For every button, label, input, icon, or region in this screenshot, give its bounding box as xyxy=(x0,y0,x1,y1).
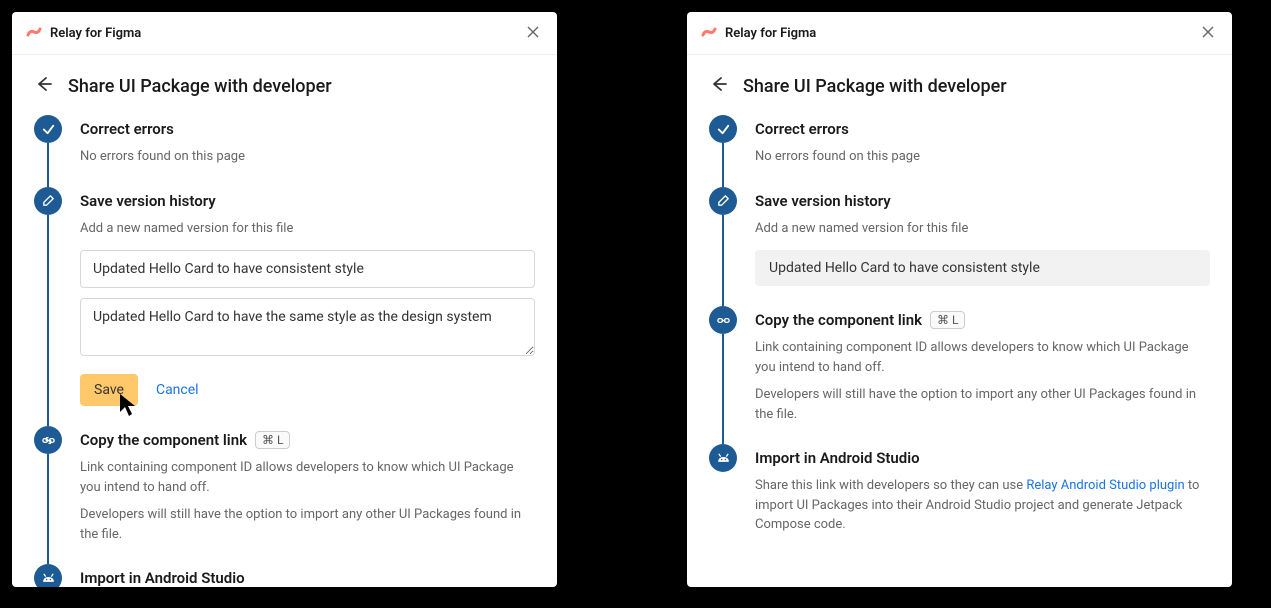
brand: Relay for Figma xyxy=(701,25,816,41)
check-icon xyxy=(709,115,737,143)
keyboard-shortcut: ⌘ L xyxy=(255,431,290,449)
relay-plugin-link[interactable]: Relay Android Studio plugin xyxy=(1026,478,1184,493)
step-title: Import in Android Studio xyxy=(755,449,920,467)
step-correct-errors: Correct errors No errors found on this p… xyxy=(34,115,535,187)
brand-label: Relay for Figma xyxy=(50,26,141,41)
brand-label: Relay for Figma xyxy=(725,26,816,41)
share-panel-editing: Relay for Figma Share UI Package with de… xyxy=(12,12,557,587)
step-title: Save version history xyxy=(755,192,891,210)
relay-logo-icon xyxy=(701,25,717,41)
link-icon xyxy=(709,306,737,334)
title-row: Share UI Package with developer xyxy=(687,55,1232,107)
brand: Relay for Figma xyxy=(26,25,141,41)
check-icon xyxy=(34,115,62,143)
keyboard-shortcut: ⌘ L xyxy=(930,311,965,329)
page-title: Share UI Package with developer xyxy=(743,76,1007,97)
arrow-left-icon xyxy=(709,75,727,93)
step-desc: Link containing component ID allows deve… xyxy=(755,338,1210,377)
pencil-icon xyxy=(34,187,62,215)
link-icon xyxy=(34,426,62,454)
save-button[interactable]: Save xyxy=(80,374,138,406)
step-desc: Developers will still have the option to… xyxy=(755,385,1210,424)
step-desc: No errors found on this page xyxy=(755,147,1210,167)
step-correct-errors: Correct errors No errors found on this p… xyxy=(709,115,1210,187)
step-title: Import in Android Studio xyxy=(80,569,245,587)
step-title: Correct errors xyxy=(755,120,849,138)
step-desc: No errors found on this page xyxy=(80,147,535,167)
step-title: Copy the component link xyxy=(80,431,247,449)
step-import-android: Import in Android Studio Share this link… xyxy=(34,564,535,587)
close-button[interactable] xyxy=(1198,22,1218,44)
title-row: Share UI Package with developer xyxy=(12,55,557,107)
step-copy-link: Copy the component link ⌘ L Link contain… xyxy=(709,306,1210,444)
close-icon xyxy=(1202,26,1214,38)
page-title: Share UI Package with developer xyxy=(68,76,332,97)
share-panel-saved: Relay for Figma Share UI Package with de… xyxy=(687,12,1232,587)
step-save-version: Save version history Add a new named ver… xyxy=(34,187,535,427)
step-import-android: Import in Android Studio Share this link… xyxy=(709,444,1210,535)
close-button[interactable] xyxy=(523,22,543,44)
saved-version-label: Updated Hello Card to have consistent st… xyxy=(755,250,1210,286)
step-copy-link: Copy the component link ⌘ L Link contain… xyxy=(34,426,535,564)
version-title-input[interactable] xyxy=(80,250,535,288)
back-button[interactable] xyxy=(709,75,727,97)
step-desc: Add a new named version for this file xyxy=(755,219,1210,239)
step-title: Correct errors xyxy=(80,120,174,138)
steps-list: Correct errors No errors found on this p… xyxy=(12,107,557,587)
panel-header: Relay for Figma xyxy=(687,12,1232,55)
arrow-left-icon xyxy=(34,75,52,93)
step-desc: Link containing component ID allows deve… xyxy=(80,458,535,497)
step-title: Copy the component link xyxy=(755,311,922,329)
cancel-button[interactable]: Cancel xyxy=(156,382,199,398)
step-title: Save version history xyxy=(80,192,216,210)
android-icon xyxy=(709,444,737,472)
step-desc: Add a new named version for this file xyxy=(80,219,535,239)
steps-list: Correct errors No errors found on this p… xyxy=(687,107,1232,555)
pencil-icon xyxy=(709,187,737,215)
panel-header: Relay for Figma xyxy=(12,12,557,55)
step-save-version: Save version history Add a new named ver… xyxy=(709,187,1210,307)
step-desc: Developers will still have the option to… xyxy=(80,505,535,544)
relay-logo-icon xyxy=(26,25,42,41)
step-desc: Share this link with developers so they … xyxy=(755,476,1210,535)
close-icon xyxy=(527,26,539,38)
back-button[interactable] xyxy=(34,75,52,97)
android-icon xyxy=(34,564,62,587)
version-desc-textarea[interactable] xyxy=(80,298,535,356)
